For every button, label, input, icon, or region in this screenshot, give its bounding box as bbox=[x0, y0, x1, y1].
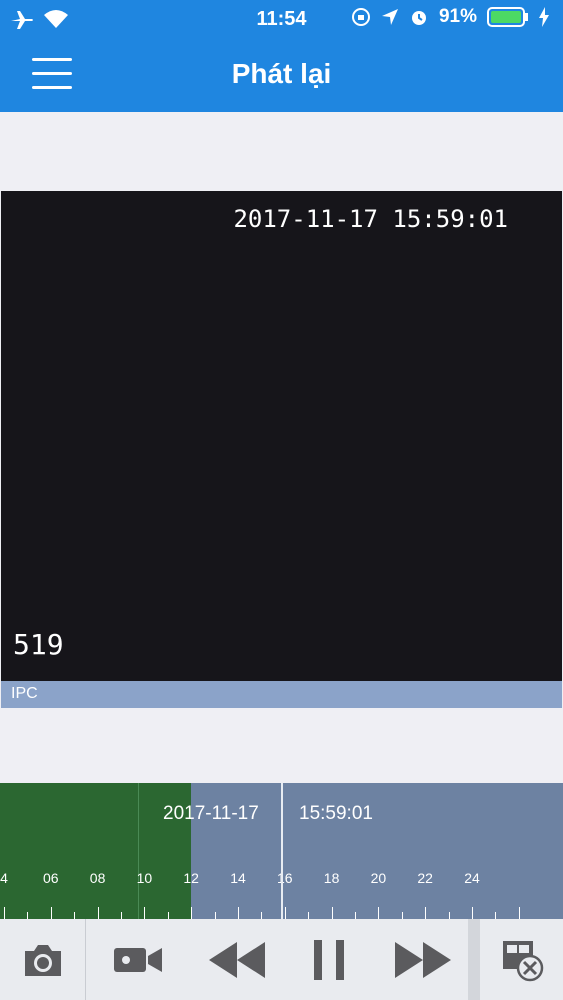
video-timestamp: 2017-11-17 15:59:01 bbox=[233, 205, 508, 233]
timeline-tick bbox=[97, 907, 99, 919]
video-player[interactable]: 2017-11-17 15:59:01 519 bbox=[1, 191, 562, 681]
timeline-clock: 15:59:01 bbox=[299, 803, 373, 824]
timeline-tick bbox=[331, 907, 333, 919]
lock-rotation-icon bbox=[351, 8, 370, 26]
fast-forward-button[interactable] bbox=[378, 919, 468, 1000]
timeline-tick bbox=[425, 907, 427, 919]
timeline-hour-label: 24 bbox=[464, 870, 480, 886]
status-bar: 11:54 91% bbox=[0, 0, 563, 38]
rewind-button[interactable] bbox=[192, 919, 282, 1000]
snapshot-button[interactable] bbox=[0, 919, 85, 1000]
pause-icon bbox=[314, 939, 344, 980]
timeline-tick bbox=[121, 912, 122, 919]
playback-toolbar bbox=[0, 919, 563, 1000]
playback-timeline[interactable]: 4 06 08 10 12 14 16 18 20 22 24 2017-11-17 15:59:0… bbox=[0, 783, 563, 919]
timeline-tick bbox=[495, 912, 497, 919]
timeline-tick bbox=[472, 907, 473, 919]
timeline-tick bbox=[355, 912, 356, 919]
timeline-hour-label: 08 bbox=[89, 870, 106, 886]
fast-forward-icon bbox=[395, 941, 451, 978]
battery-percent: 91% bbox=[438, 6, 477, 27]
timeline-date: 2017-11-17 bbox=[163, 803, 259, 824]
timeline-tick bbox=[518, 907, 520, 919]
pause-button[interactable] bbox=[285, 919, 375, 1000]
timeline-tick bbox=[50, 907, 52, 919]
channel-bar[interactable]: IPC bbox=[1, 681, 562, 708]
timeline-hour-label: 18 bbox=[323, 870, 340, 886]
timeline-tick bbox=[74, 912, 76, 919]
timeline-tick bbox=[448, 912, 450, 919]
page-title: Phát lại bbox=[231, 58, 332, 89]
timeline-tick bbox=[238, 907, 239, 919]
location-icon bbox=[381, 9, 398, 25]
rewind-icon bbox=[209, 941, 265, 978]
timeline-hour-label: 10 bbox=[136, 870, 153, 886]
timeline-tick bbox=[214, 912, 216, 919]
alarm-icon bbox=[411, 11, 426, 25]
timeline-hour-label: 14 bbox=[230, 870, 246, 886]
timeline-tick bbox=[27, 912, 29, 919]
timeline-tick bbox=[191, 907, 193, 919]
timeline-cursor[interactable] bbox=[281, 783, 283, 919]
record-button[interactable] bbox=[86, 919, 190, 1000]
timeline-hour-label: 4 bbox=[0, 870, 8, 886]
video-record-icon bbox=[114, 947, 162, 972]
battery-icon bbox=[487, 7, 528, 27]
timeline-hour-label: 20 bbox=[370, 870, 387, 886]
timeline-hour-label: 12 bbox=[183, 870, 199, 886]
timeline-tick bbox=[378, 907, 380, 919]
timeline-tick bbox=[308, 912, 310, 919]
close-playback-icon bbox=[502, 940, 543, 981]
timeline-tick bbox=[167, 912, 169, 919]
timeline-hour-label: 16 bbox=[277, 870, 293, 886]
camera-label: 519 bbox=[13, 628, 64, 661]
timeline-hour-label: 06 bbox=[43, 870, 59, 886]
channel-name: IPC bbox=[11, 685, 38, 702]
timeline-tick bbox=[4, 907, 5, 919]
close-playback-button[interactable] bbox=[480, 919, 563, 1000]
timeline-tick bbox=[401, 912, 403, 919]
navigation-bar: Phát lại bbox=[0, 38, 563, 112]
timeline-hour-label: 22 bbox=[417, 870, 433, 886]
camera-icon bbox=[24, 944, 61, 976]
timeline-tick bbox=[261, 912, 263, 919]
timeline-tick bbox=[284, 907, 286, 919]
charging-icon bbox=[539, 7, 549, 27]
timeline-tick bbox=[144, 907, 146, 919]
